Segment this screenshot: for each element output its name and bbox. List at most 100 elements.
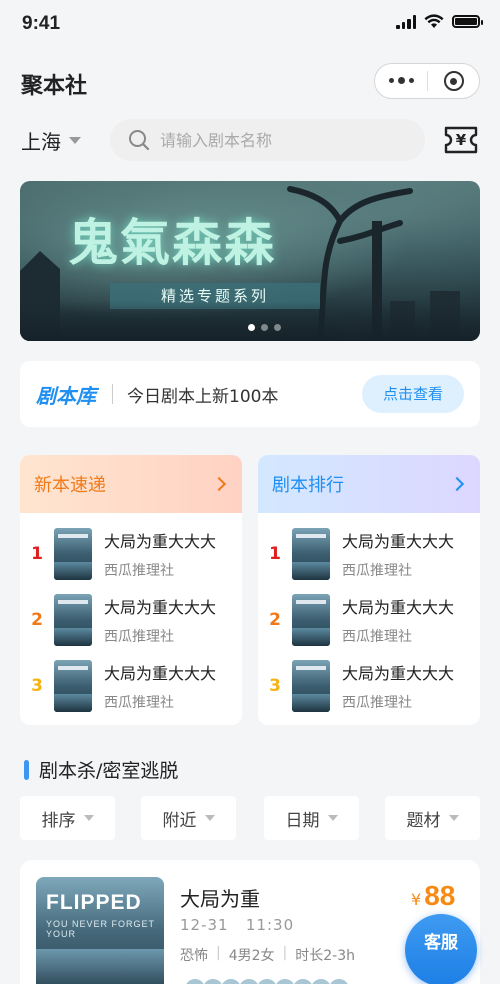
listing-date: 12-31 (180, 916, 229, 934)
new-releases-title: 新本速递 (34, 475, 106, 496)
script-cover-image (54, 594, 92, 646)
listing-title: 大局为重 (180, 887, 260, 911)
ticket-icon[interactable]: ¥ (443, 124, 479, 156)
city-selector[interactable]: 上海 (21, 126, 81, 155)
currency-symbol: ¥ (411, 890, 422, 909)
library-update-text: 今日剧本上新100本 (127, 386, 279, 407)
target-icon (443, 71, 464, 91)
listing-genre: 恐怖 (180, 948, 208, 964)
meta-divider: | (282, 945, 288, 961)
customer-service-button[interactable]: 客服 (405, 914, 477, 984)
search-bar[interactable] (110, 119, 425, 161)
new-releases-card: 新本速递 1 大局为重大大大 西瓜推理社 2 大局为重大大大 西瓜推理社 3 大… (20, 455, 242, 725)
filter-label: 题材 (406, 810, 441, 831)
poster-scenery (36, 949, 164, 984)
signal-icon (396, 14, 416, 29)
banner-ground (20, 301, 480, 341)
script-publisher: 西瓜推理社 (342, 629, 412, 645)
filter-label: 排序 (41, 810, 76, 831)
script-cover-image (292, 594, 330, 646)
battery-icon (452, 15, 483, 28)
listing-duration: 时长2-3h (295, 948, 356, 964)
listing-time: 11:30 (245, 916, 295, 934)
rankings-header[interactable]: 剧本排行 (258, 455, 480, 513)
filter-date[interactable]: 日期 (264, 796, 359, 840)
section-header: 剧本杀/密室逃脱 (24, 756, 178, 783)
chevron-right-icon (449, 476, 465, 492)
filter-label: 附近 (162, 810, 197, 831)
script-cover-image (292, 660, 330, 712)
list-item-info: 大局为重大大大 西瓜推理社 (342, 660, 454, 712)
list-item-info: 大局为重大大大 西瓜推理社 (104, 660, 216, 712)
listing-cast: 4男2女 (228, 948, 275, 964)
rank-number: 1 (269, 544, 281, 564)
script-title: 大局为重大大大 (104, 664, 217, 683)
city-label: 上海 (21, 130, 61, 154)
chevron-right-icon (211, 476, 227, 492)
pagination-dot[interactable] (248, 324, 255, 331)
rankings-title: 剧本排行 (272, 475, 344, 496)
promo-banner[interactable]: 鬼氣森森 精选专题系列 (20, 181, 480, 341)
list-item-info: 大局为重大大大 西瓜推理社 (104, 528, 216, 580)
rank-number: 3 (269, 676, 281, 696)
search-input[interactable] (160, 130, 400, 150)
status-icons (396, 14, 483, 29)
script-title: 大局为重大大大 (104, 598, 217, 617)
script-publisher: 西瓜推理社 (104, 629, 174, 645)
script-poster-image: FLIPPED YOU NEVER FORGET YOUR (36, 877, 164, 984)
script-publisher: 西瓜推理社 (342, 695, 412, 711)
filter-label: 日期 (285, 810, 320, 831)
listing-price: ¥ 88 (411, 880, 455, 912)
status-time: 9:41 (22, 13, 61, 34)
new-releases-header[interactable]: 新本速递 (20, 455, 242, 513)
filter-sort[interactable]: 排序 (20, 796, 115, 840)
script-title: 大局为重大大大 (342, 532, 455, 551)
chevron-down-icon (327, 815, 338, 821)
list-item[interactable]: 2 大局为重大大大 西瓜推理社 (20, 594, 242, 646)
view-library-button[interactable]: 点击查看 (362, 375, 464, 413)
list-item[interactable]: 1 大局为重大大大 西瓜推理社 (258, 528, 480, 580)
list-item[interactable]: 2 大局为重大大大 西瓜推理社 (258, 594, 480, 646)
meta-divider: | (216, 945, 221, 961)
filter-nearby[interactable]: 附近 (141, 796, 236, 840)
banner-title: 鬼氣森森 (68, 213, 276, 272)
close-program-button[interactable] (428, 71, 479, 91)
script-publisher: 西瓜推理社 (342, 563, 412, 579)
wifi-icon (424, 14, 444, 28)
banner-pagination (248, 324, 281, 331)
participant-avatars (184, 978, 350, 984)
section-title: 剧本杀/密室逃脱 (39, 760, 179, 782)
list-item-info: 大局为重大大大 西瓜推理社 (342, 594, 454, 646)
poster-title: FLIPPED (46, 891, 142, 914)
chevron-down-icon (69, 137, 81, 144)
rankings-card: 剧本排行 1 大局为重大大大 西瓜推理社 2 大局为重大大大 西瓜推理社 3 大… (258, 455, 480, 725)
script-publisher: 西瓜推理社 (104, 563, 174, 579)
svg-text:¥: ¥ (456, 131, 467, 149)
pagination-dot[interactable] (274, 324, 281, 331)
script-cover-image (54, 660, 92, 712)
avatar (328, 978, 350, 984)
more-menu-icon[interactable] (375, 77, 427, 84)
list-item[interactable]: 3 大局为重大大大 西瓜推理社 (20, 660, 242, 712)
chevron-down-icon (448, 815, 459, 821)
rank-number: 3 (31, 676, 43, 696)
filter-theme[interactable]: 题材 (385, 796, 480, 840)
listing-meta: 恐怖 | 4男2女 | 时长2-3h (180, 945, 355, 965)
rank-number: 2 (269, 610, 281, 630)
list-item-info: 大局为重大大大 西瓜推理社 (342, 528, 454, 580)
status-bar: 9:41 (0, 0, 500, 50)
library-brand: 剧本库 (36, 383, 96, 408)
poster-subtitle: YOU NEVER FORGET YOUR (46, 919, 155, 939)
library-divider (112, 384, 113, 404)
section-marker (24, 759, 29, 780)
script-library-bar: 剧本库 今日剧本上新100本 点击查看 (20, 361, 480, 427)
search-icon (129, 130, 150, 151)
pagination-dot[interactable] (261, 324, 268, 331)
list-item-info: 大局为重大大大 西瓜推理社 (104, 594, 216, 646)
list-item[interactable]: 3 大局为重大大大 西瓜推理社 (258, 660, 480, 712)
chevron-down-icon (204, 815, 215, 821)
script-title: 大局为重大大大 (104, 532, 217, 551)
price-value: 88 (424, 880, 456, 911)
rank-number: 1 (31, 544, 43, 564)
list-item[interactable]: 1 大局为重大大大 西瓜推理社 (20, 528, 242, 580)
